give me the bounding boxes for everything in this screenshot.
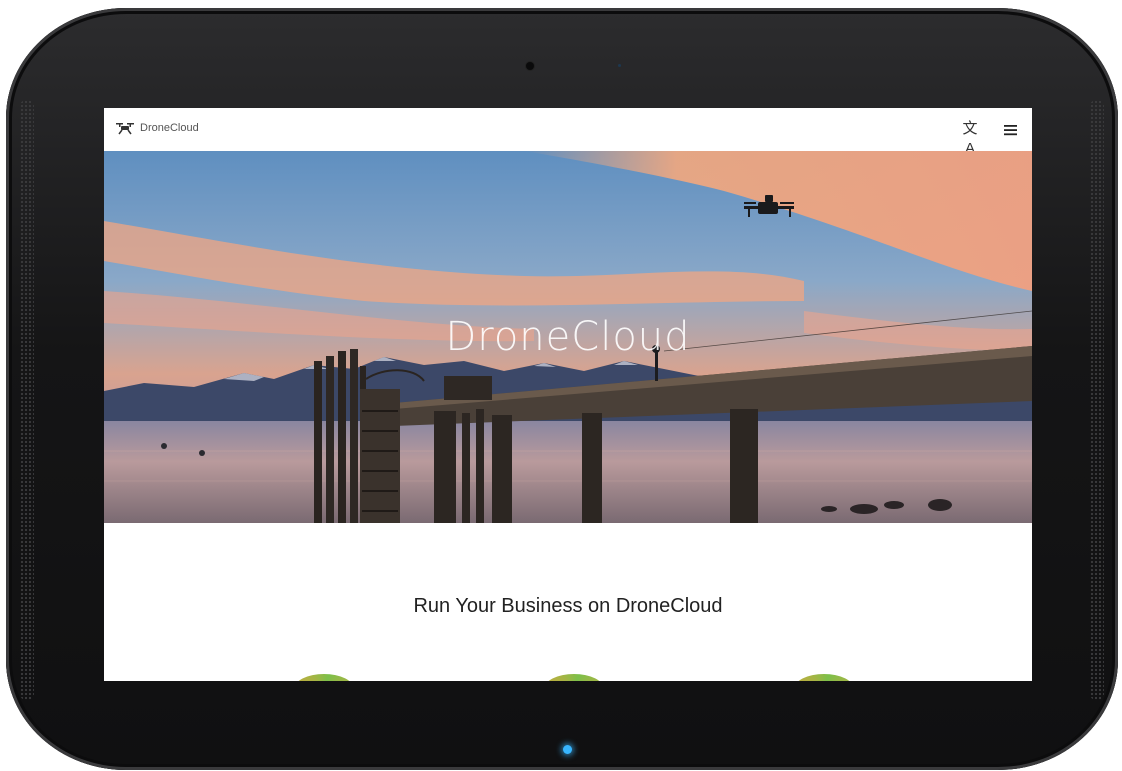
hamburger-menu-icon[interactable] (1001, 120, 1021, 140)
left-speaker-grille (20, 100, 34, 700)
brand-name: DroneCloud (140, 122, 199, 134)
main-content: Run Your Business on DroneCloud (104, 523, 1032, 681)
translate-button[interactable]: 文A (959, 119, 981, 157)
feature-icon-3 (794, 674, 854, 681)
section-heading: Run Your Business on DroneCloud (413, 595, 723, 617)
hero-title: DroneCloud (445, 314, 691, 360)
top-navigation-bar: DroneCloud 文A (104, 108, 1032, 157)
feature-icon-1 (294, 674, 354, 681)
front-camera (526, 62, 534, 70)
light-sensor (618, 64, 621, 67)
tablet-screen: DroneCloud 文A DroneCloud Run Your Busine… (104, 108, 1032, 681)
home-led-indicator (563, 745, 572, 754)
hero-banner: DroneCloud (104, 151, 1032, 523)
right-speaker-grille (1090, 100, 1104, 700)
feature-icon-2 (544, 674, 604, 681)
drone-logo-icon (116, 123, 134, 135)
brand-logo-link[interactable]: DroneCloud (116, 121, 199, 135)
